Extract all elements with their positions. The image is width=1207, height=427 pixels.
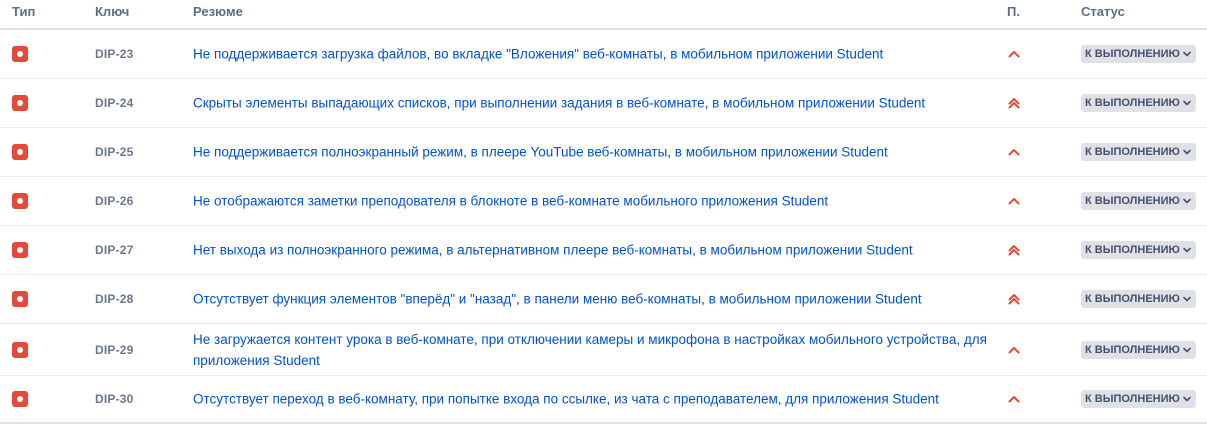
issue-summary-link[interactable]: Не поддерживается загрузка файлов, во вк… (193, 44, 993, 65)
column-header-key[interactable]: Ключ (95, 4, 129, 19)
status-dropdown[interactable]: К ВЫПОЛНЕНИЮ (1081, 143, 1196, 161)
table-row[interactable]: DIP-25 Не поддерживается полноэкранный ре… (0, 128, 1207, 177)
status-label: К ВЫПОЛНЕНИЮ (1085, 97, 1180, 109)
bug-icon[interactable] (12, 242, 28, 258)
issue-key[interactable]: DIP-28 (95, 292, 134, 306)
bug-icon[interactable] (12, 341, 28, 358)
status-dropdown[interactable]: К ВЫПОЛНЕНИЮ (1081, 290, 1196, 308)
issue-summary-link[interactable]: Не поддерживается полноэкранный режим, в… (193, 142, 993, 163)
status-dropdown[interactable]: К ВЫПОЛНЕНИЮ (1081, 192, 1196, 210)
chevron-down-icon (1180, 245, 1192, 255)
issue-key[interactable]: DIP-29 (95, 343, 134, 357)
table-header: Тип Ключ Резюме П. Статус (0, 0, 1207, 30)
issue-summary-link[interactable]: Не отображаются заметки преподователя в … (193, 191, 993, 212)
status-label: К ВЫПОЛНЕНИЮ (1085, 146, 1180, 158)
chevron-down-icon (1180, 196, 1192, 206)
issue-summary-link[interactable]: Скрыты элементы выпадающих списков, при … (193, 93, 993, 114)
highest-priority-icon (1007, 96, 1021, 110)
status-label: К ВЫПОЛНЕНИЮ (1085, 343, 1180, 356)
bug-icon[interactable] (12, 193, 28, 209)
status-dropdown[interactable]: К ВЫПОЛНЕНИЮ (1081, 390, 1196, 408)
issue-key[interactable]: DIP-23 (95, 47, 134, 61)
highest-priority-icon (1007, 243, 1021, 257)
status-label: К ВЫПОЛНЕНИЮ (1085, 393, 1180, 405)
high-priority-icon (1007, 47, 1021, 61)
issue-key[interactable]: DIP-25 (95, 145, 134, 159)
issue-key[interactable]: DIP-24 (95, 96, 134, 110)
chevron-down-icon (1180, 394, 1192, 404)
column-header-priority[interactable]: П. (1007, 4, 1020, 19)
chevron-down-icon (1180, 147, 1192, 157)
table-body: DIP-23 Не поддерживается загрузка файлов,… (0, 30, 1207, 424)
high-priority-icon (1007, 145, 1021, 159)
status-dropdown[interactable]: К ВЫПОЛНЕНИЮ (1081, 45, 1196, 63)
status-dropdown[interactable]: К ВЫПОЛНЕНИЮ (1081, 340, 1196, 359)
table-row[interactable]: DIP-30 Отсутствует переход в веб-комнату,… (0, 376, 1207, 424)
chevron-down-icon (1180, 49, 1192, 59)
issue-summary-link[interactable]: Отсутствует функция элементов "вперёд" и… (193, 289, 993, 310)
bug-icon[interactable] (12, 144, 28, 160)
status-label: К ВЫПОЛНЕНИЮ (1085, 293, 1180, 305)
bug-icon[interactable] (12, 95, 28, 111)
highest-priority-icon (1007, 292, 1021, 306)
chevron-down-icon (1180, 98, 1192, 108)
high-priority-icon (1007, 194, 1021, 208)
table-row[interactable]: DIP-24 Скрыты элементы выпадающих списков… (0, 79, 1207, 128)
status-label: К ВЫПОЛНЕНИЮ (1085, 244, 1180, 256)
high-priority-icon (1007, 343, 1021, 357)
table-row[interactable]: DIP-27 Нет выхода из полноэкранного режим… (0, 226, 1207, 275)
status-dropdown[interactable]: К ВЫПОЛНЕНИЮ (1081, 94, 1196, 112)
column-header-type[interactable]: Тип (12, 4, 35, 19)
issue-summary-link[interactable]: Не загружается контент урока в веб-комна… (193, 329, 993, 371)
bug-icon[interactable] (12, 46, 28, 62)
issue-key[interactable]: DIP-27 (95, 243, 134, 257)
issue-summary-link[interactable]: Отсутствует переход в веб-комнату, при п… (193, 389, 993, 410)
high-priority-icon (1007, 392, 1021, 406)
status-label: К ВЫПОЛНЕНИЮ (1085, 195, 1180, 207)
table-row[interactable]: DIP-29 Не загружается контент урока в веб… (0, 324, 1207, 376)
chevron-down-icon (1180, 294, 1192, 304)
issue-summary-link[interactable]: Нет выхода из полноэкранного режима, в а… (193, 240, 993, 261)
table-row[interactable]: DIP-23 Не поддерживается загрузка файлов,… (0, 30, 1207, 79)
table-row[interactable]: DIP-28 Отсутствует функция элементов "впе… (0, 275, 1207, 324)
chevron-down-icon (1180, 345, 1192, 355)
issue-key[interactable]: DIP-26 (95, 194, 134, 208)
status-label: К ВЫПОЛНЕНИЮ (1085, 48, 1180, 60)
bug-icon[interactable] (12, 391, 28, 407)
bug-icon[interactable] (12, 291, 28, 307)
column-header-status[interactable]: Статус (1081, 4, 1125, 19)
issue-table: Тип Ключ Резюме П. Статус DIP-23 Не подде… (0, 0, 1207, 424)
issue-key[interactable]: DIP-30 (95, 392, 134, 406)
column-header-summary[interactable]: Резюме (193, 4, 243, 19)
status-dropdown[interactable]: К ВЫПОЛНЕНИЮ (1081, 241, 1196, 259)
table-row[interactable]: DIP-26 Не отображаются заметки преподоват… (0, 177, 1207, 226)
